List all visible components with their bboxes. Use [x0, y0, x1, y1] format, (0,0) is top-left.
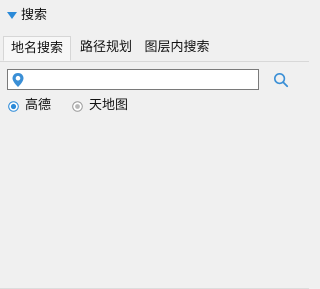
- magnifier-icon[interactable]: [273, 72, 289, 88]
- provider-option-gaode[interactable]: 高德: [8, 97, 51, 115]
- provider-label-gaode: 高德: [25, 98, 52, 113]
- tab-place-search[interactable]: 地名搜索: [3, 36, 71, 61]
- triangle-down-icon[interactable]: [4, 9, 20, 23]
- search-input[interactable]: [28, 70, 256, 89]
- provider-option-tianditu[interactable]: 天地图: [72, 97, 128, 115]
- radio-unselected[interactable]: [72, 100, 83, 112]
- provider-label-tianditu: 天地图: [89, 98, 129, 113]
- location-pin-icon: [11, 72, 25, 88]
- provider-radio-group: 高德 天地图: [8, 97, 128, 115]
- panel-header[interactable]: 搜索: [0, 6, 200, 26]
- radio-selected[interactable]: [8, 100, 19, 112]
- tab-layer-search[interactable]: 图层内搜索: [141, 36, 213, 61]
- search-panel: 搜索 地名搜索 路径规划 图层内搜索 高德 天地图: [0, 0, 309, 289]
- search-button[interactable]: [271, 70, 291, 90]
- panel-title: 搜索: [21, 8, 48, 23]
- tab-bar: 地名搜索 路径规划 图层内搜索: [0, 36, 309, 62]
- search-field[interactable]: [7, 69, 259, 90]
- tab-route-planning[interactable]: 路径规划: [76, 36, 136, 61]
